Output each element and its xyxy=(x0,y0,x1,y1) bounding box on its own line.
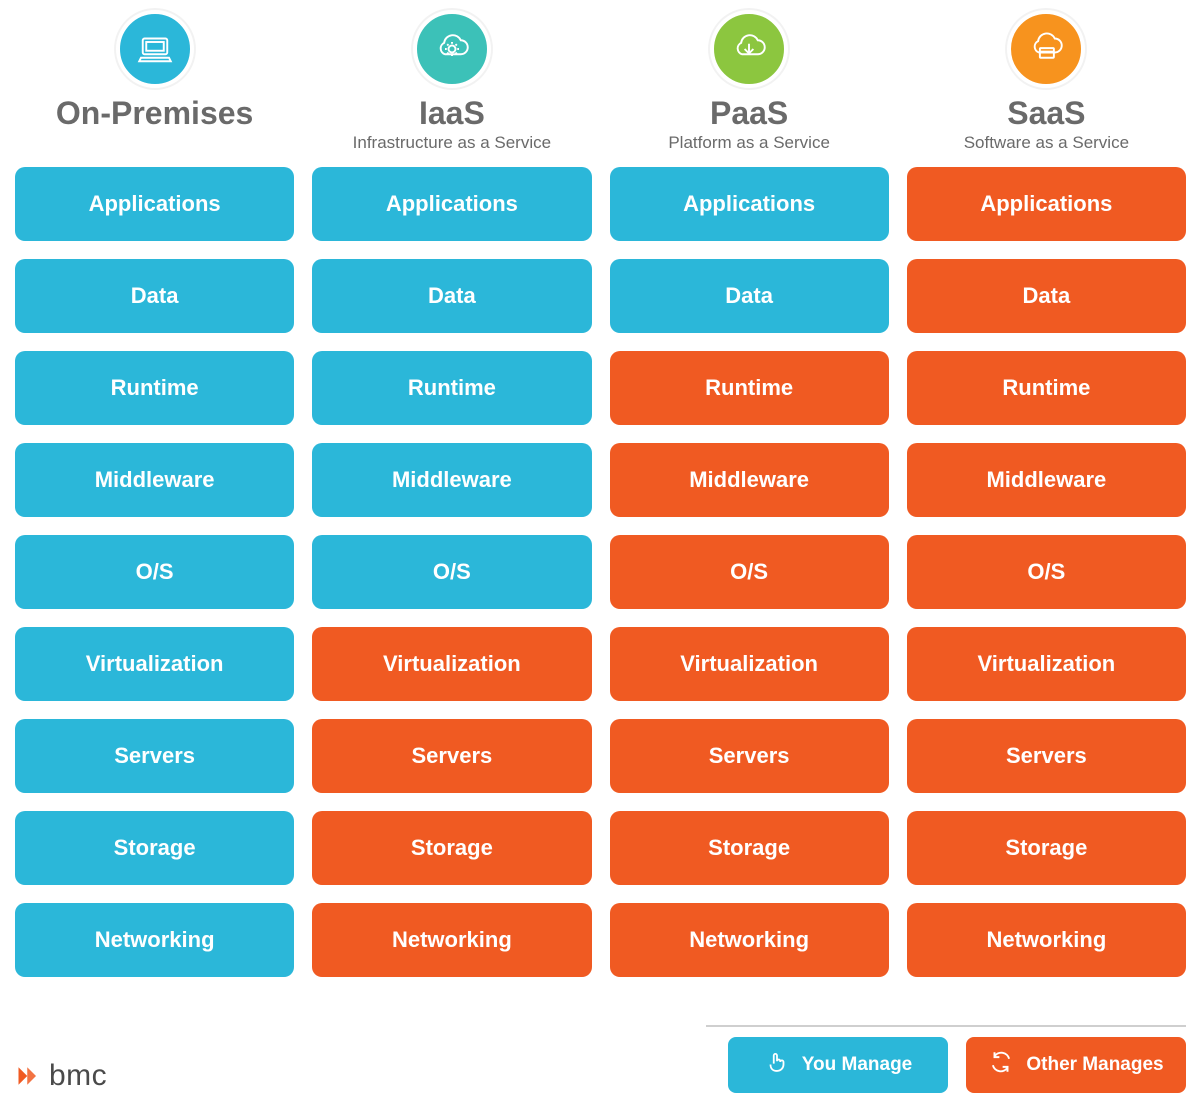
layer-cell: Storage xyxy=(610,811,889,885)
legend-container: You Manage Other Manages xyxy=(706,1025,1186,1093)
layer-cell: Applications xyxy=(15,167,294,241)
pointer-icon xyxy=(764,1049,790,1081)
layer-cell: Middleware xyxy=(907,443,1186,517)
column-header-onprem: On-Premises xyxy=(15,10,294,155)
layer-cell: Data xyxy=(610,259,889,333)
layer-cell: Runtime xyxy=(312,351,591,425)
bmc-logo: bmc xyxy=(15,1059,107,1093)
layer-cell: Runtime xyxy=(15,351,294,425)
layer-cell: Runtime xyxy=(610,351,889,425)
legend-other-manages: Other Manages xyxy=(966,1037,1186,1093)
column-subtitle xyxy=(15,133,294,155)
cloud-download-icon xyxy=(710,10,788,88)
layer-cell: Middleware xyxy=(312,443,591,517)
layer-cell: Data xyxy=(312,259,591,333)
cloud-window-icon xyxy=(1007,10,1085,88)
column-header-iaas: IaaS Infrastructure as a Service xyxy=(312,10,591,155)
column-header-saas: SaaS Software as a Service xyxy=(907,10,1186,155)
layer-cell: Virtualization xyxy=(907,627,1186,701)
layer-cell: Networking xyxy=(15,903,294,977)
layer-cell: Storage xyxy=(312,811,591,885)
layer-cell: O/S xyxy=(907,535,1186,609)
layer-cell: Servers xyxy=(610,719,889,793)
layer-cell: Servers xyxy=(907,719,1186,793)
layer-cell: Applications xyxy=(907,167,1186,241)
column-subtitle: Platform as a Service xyxy=(610,133,889,155)
bmc-logo-text: bmc xyxy=(49,1059,107,1093)
layer-cell: Middleware xyxy=(610,443,889,517)
diagram-footer: bmc You Manage xyxy=(15,1025,1186,1093)
layer-cell: Virtualization xyxy=(312,627,591,701)
column-subtitle: Software as a Service xyxy=(907,133,1186,155)
cloud-gear-icon xyxy=(413,10,491,88)
layer-cell: O/S xyxy=(312,535,591,609)
column-subtitle: Infrastructure as a Service xyxy=(312,133,591,155)
layer-cell: Networking xyxy=(907,903,1186,977)
column-title: On-Premises xyxy=(15,96,294,131)
layer-cell: O/S xyxy=(610,535,889,609)
layer-cell: Virtualization xyxy=(610,627,889,701)
legend-you-manage: You Manage xyxy=(728,1037,948,1093)
layer-cell: Applications xyxy=(610,167,889,241)
layer-cell: O/S xyxy=(15,535,294,609)
layer-cell: Storage xyxy=(15,811,294,885)
layer-cell: Runtime xyxy=(907,351,1186,425)
layer-cell: Networking xyxy=(610,903,889,977)
layer-cell: Servers xyxy=(15,719,294,793)
layer-cell: Applications xyxy=(312,167,591,241)
legend-label: You Manage xyxy=(802,1054,913,1076)
column-title: IaaS xyxy=(312,96,591,131)
column-header-paas: PaaS Platform as a Service xyxy=(610,10,889,155)
layer-cell: Virtualization xyxy=(15,627,294,701)
laptop-icon xyxy=(116,10,194,88)
layer-cell: Storage xyxy=(907,811,1186,885)
column-title: PaaS xyxy=(610,96,889,131)
layer-cell: Middleware xyxy=(15,443,294,517)
service-model-grid: On-Premises IaaS Infrastructure as a Ser… xyxy=(15,10,1186,995)
layer-cell: Data xyxy=(907,259,1186,333)
legend-label: Other Manages xyxy=(1026,1054,1163,1076)
legend-divider xyxy=(706,1025,1186,1027)
layer-cell: Servers xyxy=(312,719,591,793)
legend: You Manage Other Manages xyxy=(728,1037,1186,1093)
layer-cell: Data xyxy=(15,259,294,333)
sync-icon xyxy=(988,1049,1014,1081)
column-title: SaaS xyxy=(907,96,1186,131)
bmc-logo-mark-icon xyxy=(15,1062,43,1090)
layer-cell: Networking xyxy=(312,903,591,977)
